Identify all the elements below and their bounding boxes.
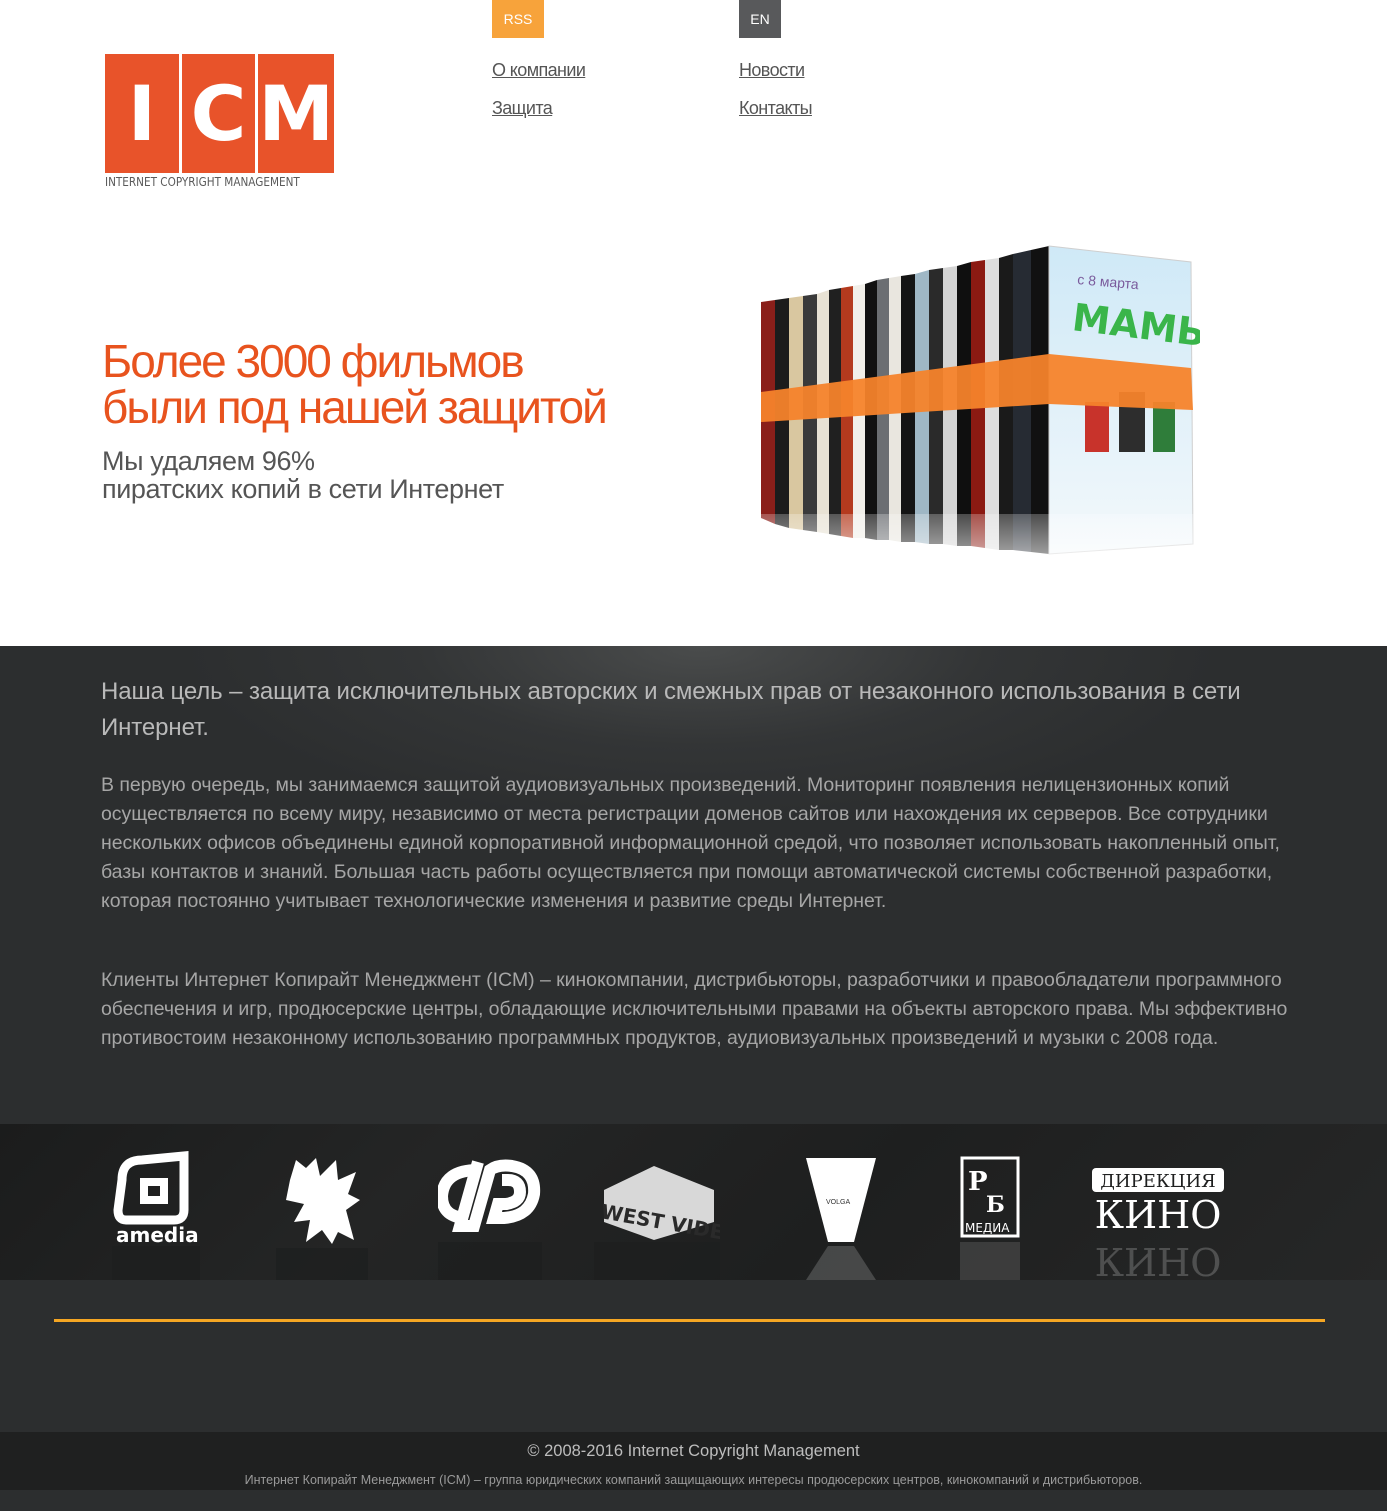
language-en-button[interactable]: EN	[739, 0, 781, 38]
nav-link-news[interactable]: Новости	[739, 60, 805, 81]
footer-copyright: © 2008-2016 Internet Copyright Managemen…	[527, 1442, 860, 1460]
griffin-logo[interactable]	[276, 1150, 368, 1280]
westvideo-logo[interactable]: WEST VIDEO	[594, 1160, 720, 1280]
footer-note: Интернет Копирайт Менеджмент (ICM) – гру…	[244, 1473, 1143, 1487]
about-paragraph-2: Клиенты Интернет Копирайт Менеджмент (IC…	[101, 969, 1288, 1049]
nav-link-about[interactable]: О компании	[492, 60, 586, 81]
rgb-media-wordmark: МЕДИА	[965, 1221, 1010, 1235]
logo-letter-i: I	[105, 54, 182, 173]
nav-link-protection[interactable]: Защита	[492, 98, 553, 119]
direkciya-top-text: ДИРЕКЦИЯ	[1100, 1171, 1215, 1192]
rgb-media-logo[interactable]: Р Б МЕДИА	[960, 1156, 1020, 1280]
rss-button[interactable]: RSS	[492, 0, 544, 38]
hero-sub-line2: пиратских копий в сети Интернет	[102, 474, 504, 504]
svg-text:Р: Р	[968, 1167, 988, 1197]
logo-letter-c: C	[182, 54, 259, 173]
logo-tagline: INTERNET COPYRIGHT MANAGEMENT	[105, 174, 300, 189]
amedia-logo[interactable]: amedia	[112, 1150, 200, 1280]
volga-logo[interactable]: VOLGA	[804, 1156, 878, 1280]
volga-wordmark: VOLGA	[826, 1199, 850, 1206]
logo-mark: I C M	[105, 54, 334, 173]
amedia-wordmark: amedia	[116, 1223, 199, 1247]
svg-text:Б: Б	[986, 1192, 1005, 1218]
footer-accent-line	[54, 1319, 1325, 1322]
logo-letter-m: M	[258, 68, 335, 158]
cp-logo[interactable]	[438, 1156, 542, 1280]
direkciya-kino-logo[interactable]: ДИРЕКЦИЯ КИНО КИНО	[1088, 1166, 1228, 1280]
dvd-collection-image: с 8 марта МАМЫ	[755, 245, 1200, 602]
about-paragraph-1: В первую очередь, мы занимаемся защитой …	[101, 774, 1280, 912]
hero-title: Более 3000 фильмов были под нашей защито…	[102, 335, 608, 433]
hero-subtitle: Мы удаляем 96% пиратских копий в сети Ин…	[102, 447, 504, 503]
nav-link-contacts[interactable]: Контакты	[739, 98, 813, 119]
direkciya-bottom-text: КИНО	[1095, 1193, 1222, 1237]
hero-sub-line1: Мы удаляем 96%	[102, 446, 315, 476]
hero-title-line1: Более 3000 фильмов	[102, 335, 525, 387]
svg-text:КИНО: КИНО	[1095, 1241, 1222, 1280]
icm-logo[interactable]: I C M INTERNET COPYRIGHT MANAGEMENT	[105, 54, 335, 194]
hero-title-line2: были под нашей защитой	[102, 381, 608, 433]
about-lead: Наша цель – защита исключительных авторс…	[101, 678, 1241, 741]
